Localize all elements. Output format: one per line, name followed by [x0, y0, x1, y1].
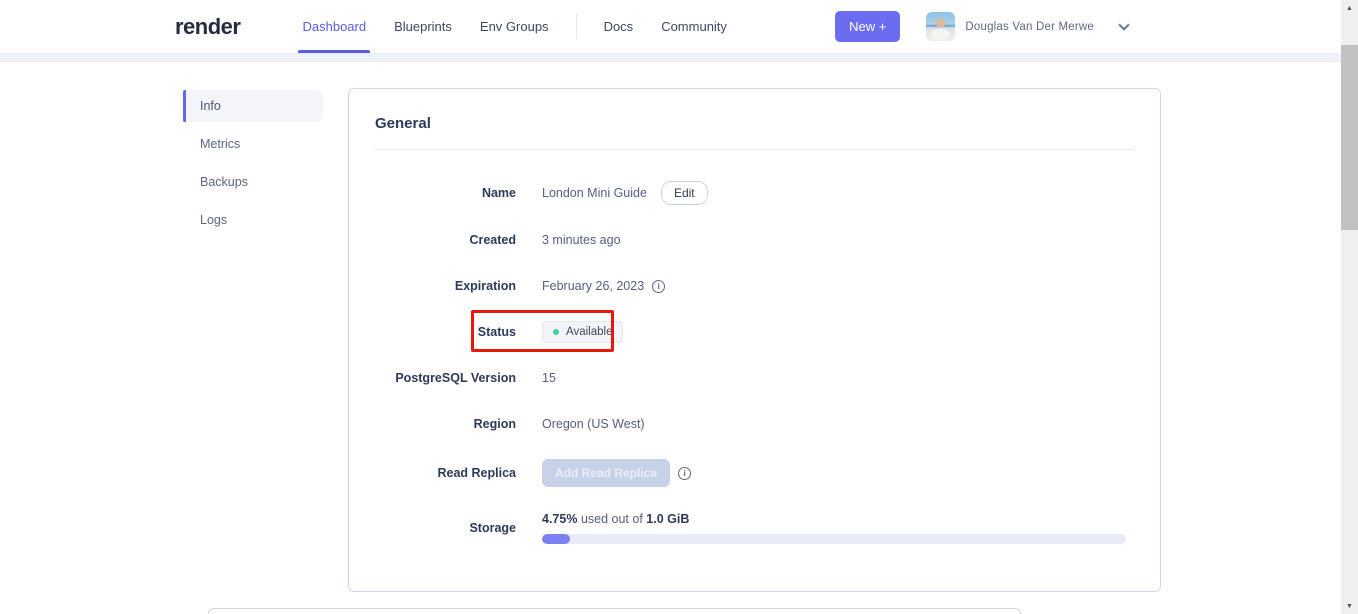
expiration-value-text: February 26, 2023 [542, 279, 645, 293]
read-replica-info-icon[interactable]: i [678, 466, 692, 480]
user-name: Douglas Van Der Merwe [965, 20, 1094, 33]
scrollbar-down-arrow[interactable]: ▼ [1341, 598, 1358, 614]
main-nav: Dashboard Blueprints Env Groups Docs Com… [288, 0, 740, 53]
next-section-card-edge [208, 608, 1021, 614]
storage-progress-track [542, 534, 1126, 544]
sidebar-item-info[interactable]: Info [183, 90, 323, 122]
sidebar: Info Metrics Backups Logs [183, 90, 323, 592]
sidebar-item-logs[interactable]: Logs [183, 204, 323, 236]
name-value: London Mini Guide Edit [542, 181, 708, 205]
card-title: General [375, 115, 431, 132]
read-replica-value: Add Read Replica i [542, 459, 692, 487]
general-card: General Name London Mini Guide Edit Crea… [348, 88, 1161, 592]
add-read-replica-button[interactable]: Add Read Replica [542, 459, 671, 487]
created-row: Created 3 minutes ago [375, 229, 1134, 251]
status-badge: Available [542, 321, 624, 343]
new-button[interactable]: New + [835, 11, 901, 42]
status-label: Status [477, 325, 516, 339]
header-substrip [0, 54, 1358, 62]
status-badge-text: Available [566, 326, 613, 338]
storage-label: Storage [469, 521, 516, 535]
storage-infix: used out of [580, 512, 643, 526]
chevron-down-icon[interactable] [1118, 18, 1130, 31]
expiration-info-icon[interactable]: i [652, 279, 666, 293]
expiration-value: February 26, 2023 i [542, 279, 666, 293]
postgresql-version-row: PostgreSQL Version 15 [375, 367, 1134, 389]
nav-item-docs[interactable]: Docs [590, 0, 648, 53]
created-label: Created [469, 233, 516, 247]
read-replica-label: Read Replica [437, 466, 516, 480]
name-label: Name [481, 186, 516, 200]
created-value: 3 minutes ago [542, 233, 621, 247]
storage-usage-text: 4.75% used out of 1.0 GiB [542, 512, 1126, 526]
region-value: Oregon (US West) [542, 417, 645, 431]
vertical-scrollbar[interactable]: ▲ ▼ [1341, 0, 1358, 614]
render-logo[interactable]: render [175, 14, 241, 40]
name-value-text: London Mini Guide [542, 186, 647, 200]
sidebar-item-backups[interactable]: Backups [183, 166, 323, 198]
info-rows: Name London Mini Guide Edit Created 3 mi… [375, 150, 1134, 545]
read-replica-row: Read Replica Add Read Replica i [375, 459, 1134, 487]
postgresql-version-value: 15 [542, 371, 556, 385]
nav-right-group: New + Douglas Van Der Merwe [835, 0, 1130, 53]
nav-divider [575, 14, 577, 39]
storage-block: 4.75% used out of 1.0 GiB [542, 512, 1126, 544]
postgresql-version-label: PostgreSQL Version [395, 371, 516, 385]
name-row: Name London Mini Guide Edit [375, 181, 1134, 205]
page-content: Info Metrics Backups Logs General Name L… [0, 62, 1358, 592]
storage-row: Storage 4.75% used out of 1.0 GiB [375, 511, 1134, 545]
edit-name-button[interactable]: Edit [660, 181, 708, 205]
status-value: Available [542, 321, 624, 343]
region-label: Region [473, 417, 516, 431]
status-row: Status Available [375, 310, 1134, 352]
nav-item-dashboard[interactable]: Dashboard [288, 0, 380, 53]
expiration-label: Expiration [454, 279, 516, 293]
storage-used-pct: 4.75% [542, 512, 578, 526]
nav-item-env-groups[interactable]: Env Groups [466, 0, 563, 53]
scrollbar-thumb[interactable] [1341, 45, 1358, 230]
storage-progress-fill [542, 534, 570, 544]
scrollbar-up-arrow[interactable]: ▲ [1341, 0, 1358, 16]
region-row: Region Oregon (US West) [375, 413, 1134, 435]
expiration-row: Expiration February 26, 2023 i [375, 275, 1134, 297]
storage-total: 1.0 GiB [646, 512, 690, 526]
sidebar-item-metrics[interactable]: Metrics [183, 128, 323, 160]
top-navigation: render Dashboard Blueprints Env Groups D… [0, 0, 1358, 54]
nav-item-blueprints[interactable]: Blueprints [380, 0, 466, 53]
nav-item-community[interactable]: Community [647, 0, 741, 53]
user-avatar[interactable] [926, 12, 956, 41]
status-dot-icon [553, 329, 559, 335]
